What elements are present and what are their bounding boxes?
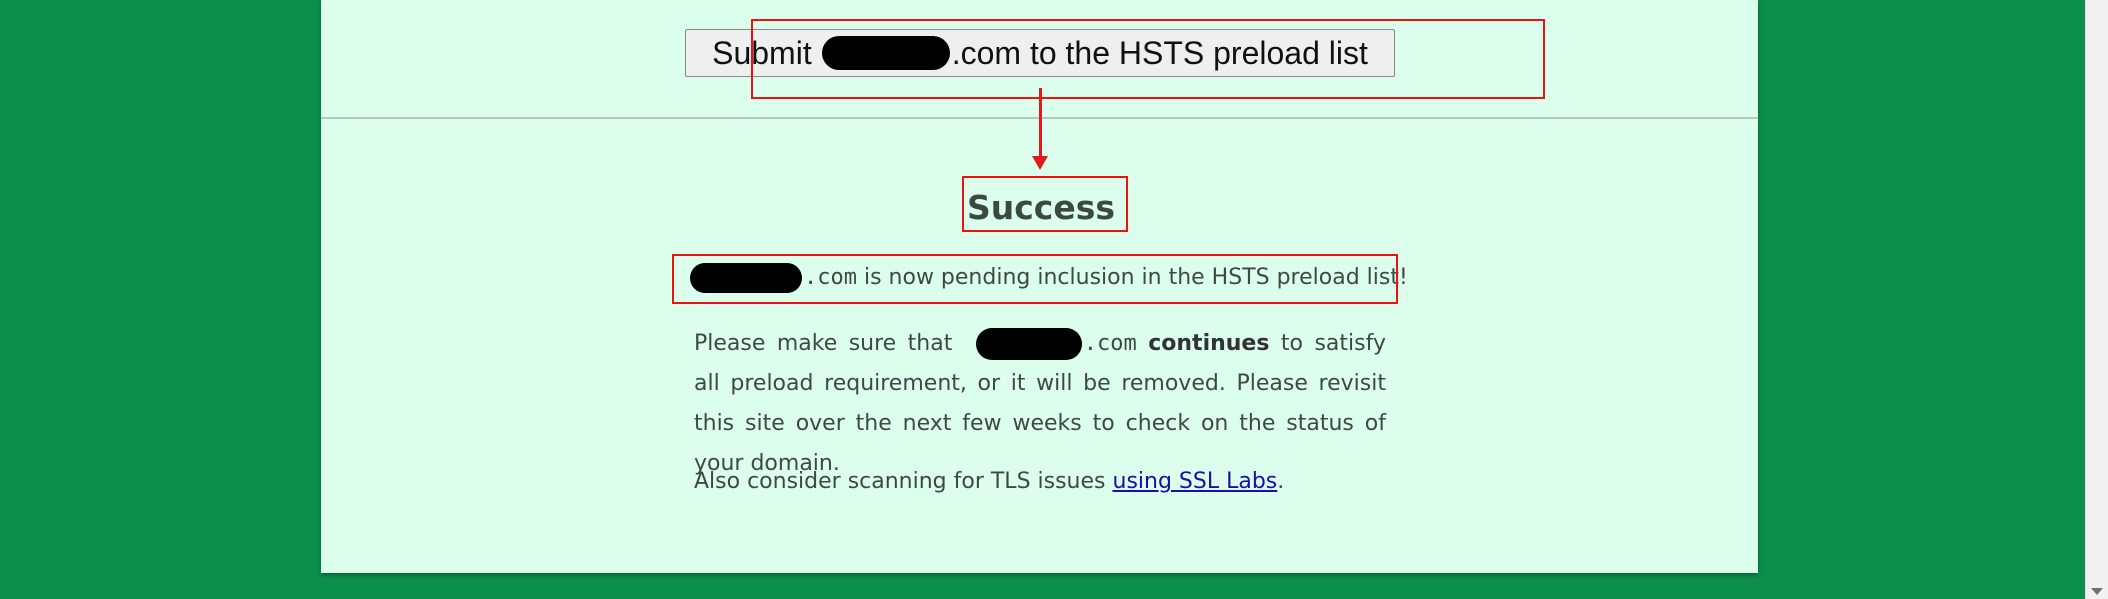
scroll-down-arrow-icon[interactable]	[2091, 588, 2103, 595]
tls-scan-note: Also consider scanning for TLS issues us…	[694, 469, 1284, 494]
para-domain-suffix: .com	[1083, 331, 1137, 356]
vertical-scrollbar[interactable]	[2085, 0, 2108, 599]
content-panel: Submit .com to the HSTS preload list Suc…	[321, 0, 1758, 573]
callout-box-submit	[751, 19, 1545, 99]
callout-box-success	[962, 176, 1128, 232]
para-text-1: Please make sure that	[694, 331, 953, 356]
callout-box-pending	[672, 254, 1398, 304]
redacted-domain	[975, 328, 1082, 360]
annotation-arrow-head	[1032, 156, 1048, 170]
continues-bold: continues	[1148, 331, 1270, 356]
tls-text: Also consider scanning for TLS issues	[694, 469, 1113, 494]
requirements-paragraph: Please make sure that .com continues to …	[694, 324, 1386, 484]
ssl-labs-link[interactable]: using SSL Labs	[1113, 469, 1278, 494]
tls-end: .	[1277, 469, 1285, 494]
annotation-arrow-line	[1039, 88, 1042, 160]
